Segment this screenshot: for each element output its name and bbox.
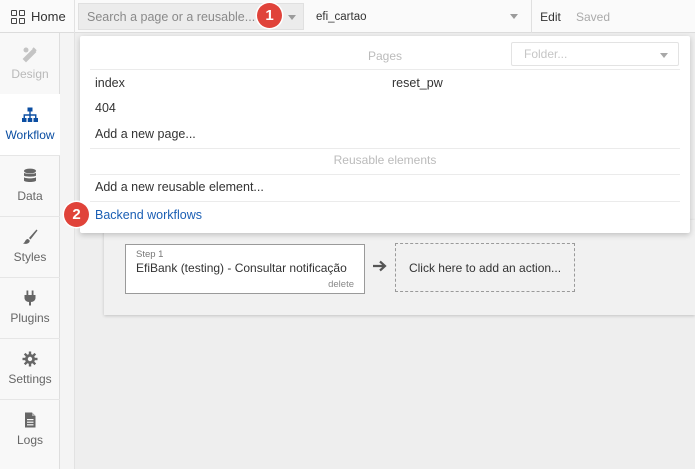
backend-workflows-link[interactable]: Backend workflows: [95, 208, 202, 222]
sidebar-item-settings[interactable]: Settings: [0, 338, 60, 399]
sidebar-item-logs[interactable]: Logs: [0, 399, 60, 460]
arrow-right-icon: [373, 260, 387, 272]
sidebar-item-label: Design: [11, 67, 49, 81]
reusable-section-header: Reusable elements: [333, 153, 437, 167]
edit-button[interactable]: Edit: [531, 0, 569, 33]
grid-icon: [11, 9, 25, 24]
page-search-dropdown: Pages Folder... index reset_pw 404 Add a…: [80, 36, 690, 233]
divider: [90, 174, 680, 175]
step-badge-1: 1: [257, 3, 282, 28]
divider: [90, 201, 680, 202]
left-sidebar: Design Workflow Data Styles Plugins Sett…: [0, 33, 60, 469]
chevron-down-icon: [660, 53, 668, 58]
sidebar-item-label: Workflow: [5, 128, 55, 142]
add-page-link[interactable]: Add a new page...: [95, 127, 196, 141]
divider: [90, 148, 680, 149]
palette-strip: [60, 33, 75, 469]
home-label: Home: [31, 9, 66, 24]
add-action-button[interactable]: Click here to add an action...: [395, 243, 575, 292]
home-button[interactable]: Home: [0, 0, 75, 33]
folder-select[interactable]: Folder...: [511, 42, 679, 66]
page-item-reset-pw[interactable]: reset_pw: [392, 76, 443, 90]
sidebar-item-design[interactable]: Design: [0, 33, 60, 94]
brush-icon: [23, 229, 38, 244]
sidebar-item-label: Settings: [8, 372, 52, 386]
sidebar-item-label: Plugins: [10, 311, 50, 325]
chevron-down-icon: [510, 14, 518, 19]
top-bar: Home efi_cartao Edit Saved: [0, 0, 695, 33]
current-page-name: efi_cartao: [316, 10, 367, 23]
workflow-step-card[interactable]: Step 1 EfiBank (testing) - Consultar not…: [125, 244, 365, 294]
document-icon: [25, 412, 36, 428]
sidebar-item-label: Styles: [13, 250, 47, 264]
search-input[interactable]: [79, 4, 259, 29]
workflow-icon: [22, 107, 38, 122]
sidebar-item-plugins[interactable]: Plugins: [0, 277, 60, 338]
sidebar-item-label: Logs: [16, 433, 44, 447]
step-title: EfiBank (testing) - Consultar notificaçã…: [136, 261, 347, 275]
step-badge-2: 2: [64, 202, 89, 227]
plug-icon: [24, 290, 36, 306]
sidebar-item-data[interactable]: Data: [0, 155, 60, 216]
page-item-index[interactable]: index: [95, 76, 125, 90]
database-icon: [24, 168, 36, 182]
divider: [90, 69, 680, 70]
chevron-down-icon[interactable]: [288, 15, 296, 20]
gear-icon: [22, 351, 38, 367]
step-label: Step 1: [136, 249, 164, 260]
design-icon: [22, 47, 37, 63]
folder-placeholder: Folder...: [524, 47, 568, 61]
sidebar-item-label: Data: [17, 189, 43, 203]
delete-step-link[interactable]: delete: [328, 279, 354, 290]
saved-status: Saved: [576, 9, 611, 24]
page-item-404[interactable]: 404: [95, 101, 116, 115]
page-selector[interactable]: efi_cartao: [306, 3, 527, 30]
sidebar-item-workflow[interactable]: Workflow: [0, 94, 60, 155]
add-reusable-link[interactable]: Add a new reusable element...: [95, 180, 264, 194]
sidebar-item-styles[interactable]: Styles: [0, 216, 60, 277]
